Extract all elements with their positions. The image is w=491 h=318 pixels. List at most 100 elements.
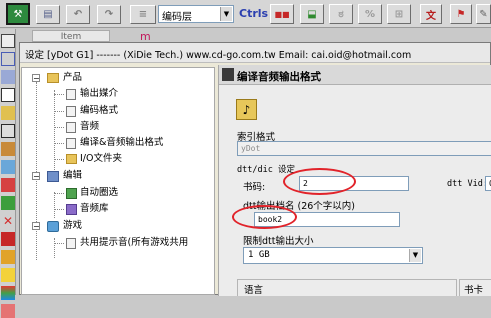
game-icon [47, 221, 59, 232]
chevron-down-icon[interactable]: ▼ [409, 249, 421, 262]
hotspot-button[interactable]: ⬓ [300, 4, 324, 24]
code-b-button[interactable]: % [358, 4, 382, 24]
language-label: 语言 [244, 285, 264, 296]
settings-tree[interactable]: − 产品 输出媒介 编码格式 音频 编译&音频输出格式 I/O文件夹 − 编辑 … [21, 67, 215, 295]
tree-label-code-format: 编码格式 [80, 105, 119, 116]
auto-select-icon [66, 188, 77, 199]
edit-button[interactable]: ✎ [476, 4, 491, 24]
tree-label-products: 产品 [63, 72, 83, 83]
layer-tool-icon[interactable] [1, 106, 15, 120]
tree-node-audio[interactable]: 音频 [48, 121, 212, 135]
pen-tool-icon[interactable] [1, 250, 15, 264]
limit-size-select[interactable]: 1 GB ▼ [243, 247, 423, 264]
settings-tool-button[interactable]: ⚒ [6, 3, 30, 25]
book-code-highlight [283, 168, 356, 195]
book-card-option-label: 输 [475, 294, 485, 296]
ctrls-label: Ctrls [239, 7, 269, 20]
save-button[interactable]: ▤ [36, 5, 60, 24]
tree-node-game[interactable]: − 游戏 [32, 220, 212, 234]
tree-node-auto-select[interactable]: 自动圈选 [48, 187, 212, 201]
panel-title: 编译音频输出格式 [237, 71, 321, 83]
folder-icon [66, 154, 77, 164]
edit-pencil-icon [47, 171, 59, 182]
tree-node-products[interactable]: − 产品 [32, 72, 212, 86]
text-icon: 文 [426, 10, 436, 22]
collapse-toggle-icon[interactable]: − [32, 222, 40, 231]
panel-header: 编译音频输出格式 [219, 65, 491, 85]
index-format-field[interactable]: yDot [237, 141, 491, 156]
tree-node-audio-library[interactable]: 音频库 [48, 203, 212, 217]
layer-view-button[interactable]: ≡ [130, 5, 156, 24]
tree-node-output-media[interactable]: 输出媒介 [48, 88, 212, 102]
page-icon [66, 89, 76, 100]
floppy-disk-icon: ▤ [43, 9, 53, 20]
tree-node-code-format[interactable]: 编码格式 [48, 105, 212, 119]
language-group: 语言 [237, 279, 457, 296]
chevron-down-icon[interactable]: ▼ [220, 7, 232, 21]
code-c-button[interactable]: ⊞ [387, 4, 411, 24]
undo-button[interactable]: ↶ [66, 5, 90, 24]
tree-label-audio: 音频 [80, 121, 100, 132]
hotspot-icon: ⬓ [307, 8, 317, 20]
code-c-icon: ⊞ [394, 8, 404, 20]
tree-label-edit: 编辑 [63, 170, 83, 181]
tree-label-output-media: 输出媒介 [80, 88, 119, 99]
code-a-icon: ಠ [338, 8, 344, 20]
limit-size-label: 限制dtt输出大小 [243, 236, 314, 247]
grid-tool-icon[interactable] [1, 70, 15, 84]
palette-tool-icon[interactable] [1, 268, 15, 282]
limit-size-value: 1 GB [248, 250, 270, 260]
item-header-label: Item [60, 32, 82, 42]
code-a-button[interactable]: ಠ [329, 4, 353, 24]
collapse-toggle-icon[interactable]: − [32, 172, 40, 181]
page-icon [66, 122, 76, 133]
tree-node-shared-prompt[interactable]: 共用提示音(所有游戏共用 [48, 237, 214, 251]
color-tool-icon[interactable] [1, 178, 15, 192]
tree-node-edit[interactable]: − 编辑 [32, 170, 212, 184]
select-tool-icon[interactable] [1, 52, 15, 66]
redo-button[interactable]: ↷ [97, 5, 121, 24]
record-icon: ■■ [274, 9, 290, 19]
tools-icon: ⚒ [13, 8, 23, 20]
tool-icon: ⚑ [456, 8, 466, 20]
layers-icon: ≡ [138, 9, 148, 20]
box-tool-icon[interactable] [1, 88, 15, 102]
tree-label-encode-audio-output: 编译&音频输出格式 [80, 137, 164, 148]
paste-tool-icon[interactable] [1, 142, 15, 156]
dtt-settings-label: dtt/dic 设定 [237, 165, 295, 175]
dtt-vid-label: dtt Vid: [447, 179, 488, 189]
edit-icon: ✎ [479, 8, 488, 20]
page-icon [66, 238, 76, 249]
panel-header-icon [222, 68, 234, 81]
text-button[interactable]: 文 [420, 4, 442, 24]
record-button[interactable]: ■■ [270, 4, 294, 24]
layer-select[interactable]: 编码层 ▼ [158, 5, 234, 23]
collapse-toggle-icon[interactable]: − [32, 74, 40, 83]
green-tool-icon[interactable] [1, 196, 15, 210]
tree-label-game: 游戏 [63, 220, 83, 231]
image-tool-icon[interactable] [1, 160, 15, 174]
delete-tool-icon[interactable]: ✕ [1, 214, 15, 228]
dtt-vid-field[interactable]: 0 [485, 176, 491, 191]
tool-button[interactable]: ⚑ [450, 4, 472, 24]
tree-node-io-folder[interactable]: I/O文件夹 [48, 153, 212, 167]
settings-panel: 编译音频输出格式 ♪ 索引格式 yDot dtt/dic 设定 书码: 2 dt… [218, 65, 491, 296]
main-toolbar: ⚒ ▤ ↶ ↷ ≡ 编码层 ▼ Ctrls ■■ ⬓ ಠ % ⊞ 文 ⚑ ✎ [0, 0, 491, 28]
tree-label-shared-prompt: 共用提示音(所有游戏共用 [80, 237, 189, 248]
page-icon [66, 138, 76, 149]
dtt-filename-highlight [232, 205, 297, 229]
tree-label-io-folder: I/O文件夹 [80, 153, 122, 164]
frame-tool-icon[interactable] [1, 124, 15, 138]
page-icon [66, 106, 76, 117]
swatch-tool-icon[interactable] [1, 286, 15, 300]
layer-select-value: 编码层 [162, 12, 192, 23]
pdf-tool-icon[interactable] [1, 232, 15, 246]
rect-tool-icon[interactable] [1, 34, 15, 48]
item-column-header: Item [32, 30, 110, 42]
folder-icon [47, 73, 59, 83]
extra-tool-icon[interactable] [1, 304, 15, 318]
dialog-title: 设定 [yDot G1] ------- (XiDie Tech.) www.c… [25, 50, 412, 61]
dialog-titlebar[interactable]: 设定 [yDot G1] ------- (XiDie Tech.) www.c… [20, 43, 490, 63]
tree-node-encode-audio-output[interactable]: 编译&音频输出格式 [48, 137, 212, 151]
redo-icon: ↷ [104, 9, 114, 20]
